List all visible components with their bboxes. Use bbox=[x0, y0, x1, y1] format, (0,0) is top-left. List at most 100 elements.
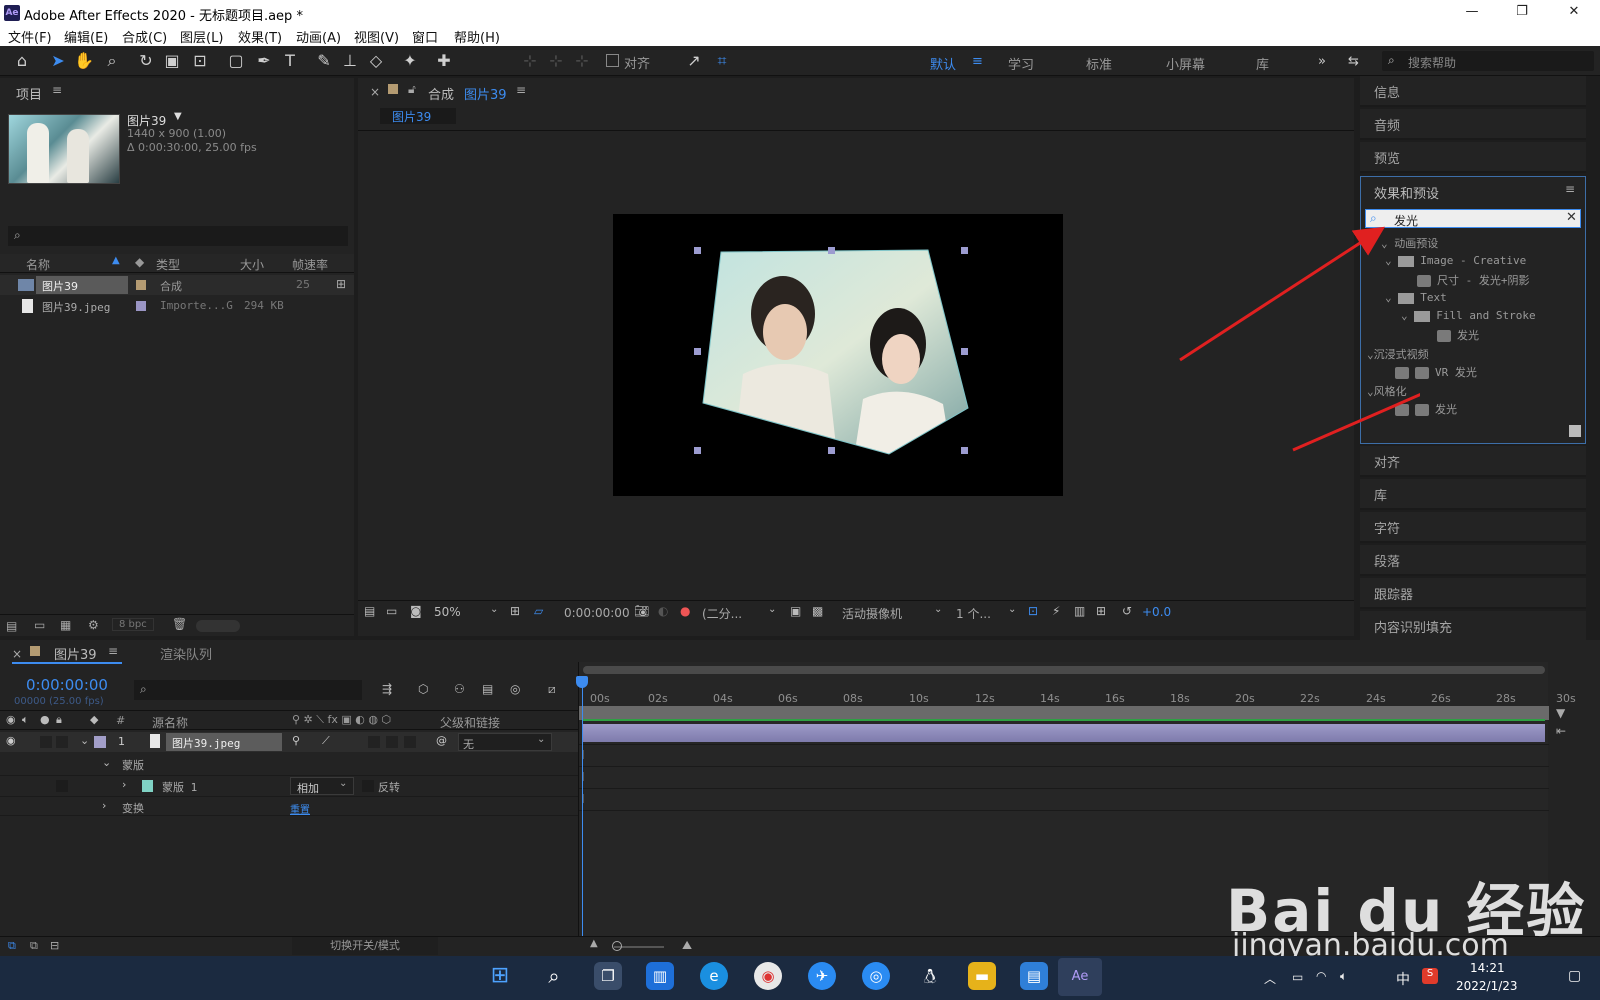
render-queue-tab[interactable]: 渲染队列 bbox=[160, 644, 212, 663]
layer-switches-toggle-icon[interactable]: ⧉ bbox=[8, 939, 16, 953]
eye-icon[interactable]: ◉ bbox=[6, 734, 16, 747]
mask-lock-toggle[interactable] bbox=[56, 780, 68, 792]
timeline-search-input[interactable]: ⌕ bbox=[134, 680, 362, 700]
camera-select[interactable]: 活动摄像机 bbox=[842, 605, 902, 622]
comp-tab-label[interactable]: 合成 bbox=[428, 84, 454, 103]
draft-3d-icon[interactable]: ⬡ bbox=[418, 682, 428, 696]
clock-time[interactable]: 14:21 bbox=[1470, 961, 1505, 975]
col-fps[interactable]: 帧速率 bbox=[292, 256, 328, 273]
interpret-footage-icon[interactable]: ▤ bbox=[6, 619, 17, 633]
menu-window[interactable]: 窗口 bbox=[412, 27, 438, 46]
menu-effect[interactable]: 效果(T) bbox=[238, 27, 282, 46]
show-snapshot-icon[interactable]: ◐ bbox=[658, 604, 668, 618]
work-area-bar[interactable] bbox=[583, 666, 1545, 674]
close-button[interactable]: ✕ bbox=[1564, 4, 1584, 22]
tree-preset-size-glow[interactable]: 尺寸 - 发光+阴影 bbox=[1417, 272, 1530, 288]
zoom-tool-icon[interactable]: ⌕ bbox=[102, 51, 122, 71]
col-name[interactable]: 名称 bbox=[26, 256, 50, 273]
audio-icon[interactable]: 🔈︎ bbox=[22, 713, 29, 727]
tree-fill-stroke[interactable]: ⌄ Fill and Stroke bbox=[1401, 309, 1536, 322]
viewer-timecode[interactable]: 0:00:00:00 bbox=[564, 606, 630, 620]
maximize-button[interactable]: ❐ bbox=[1512, 4, 1532, 22]
workspace-menu-icon[interactable]: ≡ bbox=[972, 54, 983, 69]
composition-mini-flowchart-icon[interactable]: ⇶ bbox=[382, 682, 392, 696]
brush-tool-icon[interactable]: ✎ bbox=[314, 51, 334, 71]
help-search-box[interactable]: ⌕ 搜索帮助 bbox=[1382, 51, 1594, 71]
timeline-current-time[interactable]: 0:00:00:00 bbox=[26, 676, 108, 694]
project-row[interactable]: 图片39 合成 25 ⊞ bbox=[0, 275, 354, 295]
col-parent-link[interactable]: 父级和链接 bbox=[440, 714, 500, 731]
transparency-grid-icon[interactable]: ▩ bbox=[812, 604, 823, 618]
clear-search-icon[interactable]: ✕ bbox=[1566, 210, 1577, 225]
widgets-icon[interactable]: ▥ bbox=[646, 962, 674, 990]
label-tag-icon[interactable]: ◆ bbox=[90, 713, 98, 726]
snapshot-icon[interactable]: 📷︎ bbox=[634, 604, 649, 618]
menu-help[interactable]: 帮助(H) bbox=[454, 27, 500, 46]
quality-switch-icon[interactable]: ⟋ bbox=[322, 734, 330, 748]
project-search-input[interactable]: ⌕ bbox=[8, 226, 348, 246]
fast-previews-icon[interactable]: ⚡︎ bbox=[1052, 604, 1060, 618]
workspace-default[interactable]: 默认 bbox=[930, 54, 956, 73]
motion-blur-icon[interactable]: ◎ bbox=[510, 682, 520, 696]
camera-tool-icon[interactable]: ▣ bbox=[162, 51, 182, 71]
comp-button-icon[interactable]: ▼ bbox=[1556, 706, 1565, 720]
rectangle-tool-icon[interactable]: ▢ bbox=[226, 51, 246, 71]
hand-tool-icon[interactable]: ✋ bbox=[74, 51, 94, 71]
layer-name[interactable]: 图片39.jpeg bbox=[172, 735, 240, 751]
zoom-out-icon[interactable]: ▲ bbox=[590, 938, 598, 949]
battery-icon[interactable]: ▭ bbox=[1292, 970, 1303, 984]
panel-menu-icon[interactable]: ≡ bbox=[108, 644, 118, 658]
home-icon[interactable]: ⌂ bbox=[12, 51, 32, 71]
file-explorer-icon[interactable]: ▬ bbox=[968, 962, 996, 990]
always-preview-icon[interactable]: ▤ bbox=[364, 604, 375, 618]
playhead-line[interactable] bbox=[582, 678, 583, 956]
flowchart-icon[interactable]: ⊞ bbox=[1096, 604, 1106, 618]
label-color-swatch[interactable] bbox=[136, 280, 146, 290]
align-checkbox[interactable] bbox=[606, 54, 619, 67]
search-icon[interactable]: ⌕ bbox=[540, 962, 568, 990]
exposure-value[interactable]: +0.0 bbox=[1142, 605, 1171, 619]
adjust-settings-icon[interactable]: ⚙ bbox=[88, 618, 99, 632]
shy-switch-icon[interactable]: ⚲ bbox=[292, 734, 300, 747]
pen-tool-icon[interactable]: ✒ bbox=[254, 51, 274, 71]
notification-icon[interactable]: ▢ bbox=[1568, 968, 1581, 984]
text-tool-icon[interactable]: T bbox=[280, 51, 300, 71]
mask-color-swatch[interactable] bbox=[142, 780, 153, 792]
item-dropdown-icon[interactable]: ▼ bbox=[174, 111, 182, 122]
ime-indicator[interactable]: 中 bbox=[1396, 969, 1410, 989]
menu-composition[interactable]: 合成(C) bbox=[122, 27, 167, 46]
selection-tool-icon[interactable]: ➤ bbox=[48, 51, 68, 71]
menu-edit[interactable]: 编辑(E) bbox=[64, 27, 108, 46]
new-preset-icon[interactable] bbox=[1569, 425, 1581, 437]
chrome-icon[interactable]: ◉ bbox=[754, 962, 782, 990]
workspace-small-screen[interactable]: 小屏幕 bbox=[1166, 54, 1205, 73]
audio-panel[interactable]: 音频 bbox=[1360, 109, 1586, 140]
clone-stamp-tool-icon[interactable]: ⊥ bbox=[340, 51, 360, 71]
mask-mode-select[interactable]: 相加 ⌄ bbox=[290, 777, 354, 795]
sync-settings-icon[interactable]: ⇆ bbox=[1348, 54, 1359, 69]
panel-menu-icon[interactable]: ≡ bbox=[52, 83, 62, 97]
mask-visibility-icon[interactable]: ◙ bbox=[410, 604, 422, 618]
mask-group-row[interactable]: ⌄ 蒙版 bbox=[0, 754, 578, 774]
sogou-input-icon[interactable]: S bbox=[1422, 968, 1438, 984]
toggle-switches-modes-button[interactable]: 切换开关/模式 bbox=[292, 937, 438, 955]
eye-icon[interactable]: ◉ bbox=[6, 713, 16, 726]
solo-toggle[interactable] bbox=[40, 736, 52, 748]
reset-link[interactable]: 重置 bbox=[290, 801, 310, 816]
col-size[interactable]: 大小 bbox=[240, 256, 264, 273]
invert-checkbox[interactable] bbox=[362, 780, 374, 792]
rotate-tool-icon[interactable]: ↻ bbox=[136, 51, 156, 71]
lock-icon[interactable]: 🔒︎ bbox=[56, 713, 62, 727]
qq-icon[interactable]: 🐧︎ bbox=[916, 962, 944, 990]
mask-path-toggle-icon[interactable]: ▱ bbox=[534, 604, 543, 618]
chevron-right-icon[interactable]: › bbox=[102, 799, 106, 812]
parent-select[interactable]: 无 ⌄ bbox=[458, 733, 552, 751]
reset-exposure-icon[interactable]: ↺ bbox=[1122, 604, 1132, 618]
clock-date[interactable]: 2022/1/23 bbox=[1456, 979, 1518, 993]
comp-tab-name[interactable]: 图片39 bbox=[464, 84, 507, 103]
more-workspaces-icon[interactable]: » bbox=[1318, 54, 1326, 69]
close-tab-icon[interactable]: × bbox=[370, 85, 380, 99]
comp-marker-icon[interactable]: ⇤ bbox=[1556, 724, 1566, 738]
chevron-right-icon[interactable]: › bbox=[122, 778, 126, 791]
project-panel-title[interactable]: 项目 bbox=[16, 84, 42, 103]
